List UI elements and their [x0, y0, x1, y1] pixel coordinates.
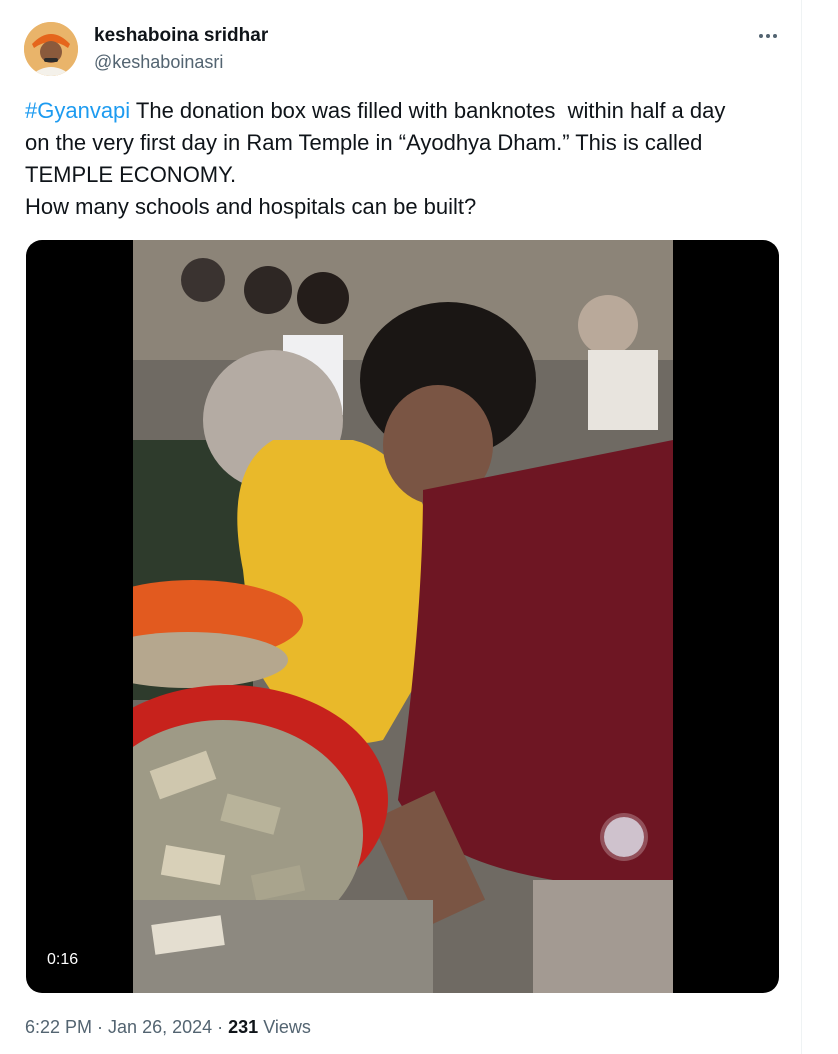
more-horizontal-icon: [759, 34, 763, 38]
more-horizontal-icon: [766, 34, 770, 38]
views-label: Views: [258, 1017, 311, 1037]
tweet-line-1: #Gyanvapi The donation box was filled wi…: [25, 95, 795, 127]
tweet-date[interactable]: Jan 26, 2024: [108, 1017, 212, 1037]
tweet-time[interactable]: 6:22 PM: [25, 1017, 92, 1037]
meta-separator: ·: [92, 1017, 109, 1037]
avatar-image: [24, 22, 78, 76]
tweet-meta: 6:22 PM · Jan 26, 2024 · 231 Views: [25, 1017, 311, 1038]
avatar[interactable]: [24, 22, 78, 76]
tweet-line-4: How many schools and hospitals can be bu…: [25, 194, 477, 219]
tweet-line-1-text: The donation box was filled with banknot…: [130, 98, 726, 123]
meta-separator: ·: [212, 1017, 229, 1037]
hashtag-link[interactable]: #Gyanvapi: [25, 98, 130, 123]
tweet-card: keshaboina sridhar @keshaboinasri #Gyanv…: [0, 0, 802, 1054]
video-duration-badge: 0:16: [38, 947, 88, 973]
more-horizontal-icon: [773, 34, 777, 38]
views-count: 231: [228, 1017, 259, 1037]
more-options-button[interactable]: [752, 24, 784, 48]
video-thumbnail: [133, 240, 673, 993]
tweet-line-3: TEMPLE ECONOMY.: [25, 162, 237, 187]
tweet-line-2: on the very first day in Ram Temple in “…: [25, 130, 703, 155]
tweet-text: #Gyanvapi The donation box was filled wi…: [25, 95, 795, 223]
play-indicator-icon[interactable]: [604, 817, 644, 857]
video-frame: [133, 240, 673, 993]
user-handle[interactable]: @keshaboinasri: [94, 52, 223, 73]
user-display-name[interactable]: keshaboina sridhar: [94, 25, 268, 47]
video-player[interactable]: 0:16: [26, 240, 779, 993]
